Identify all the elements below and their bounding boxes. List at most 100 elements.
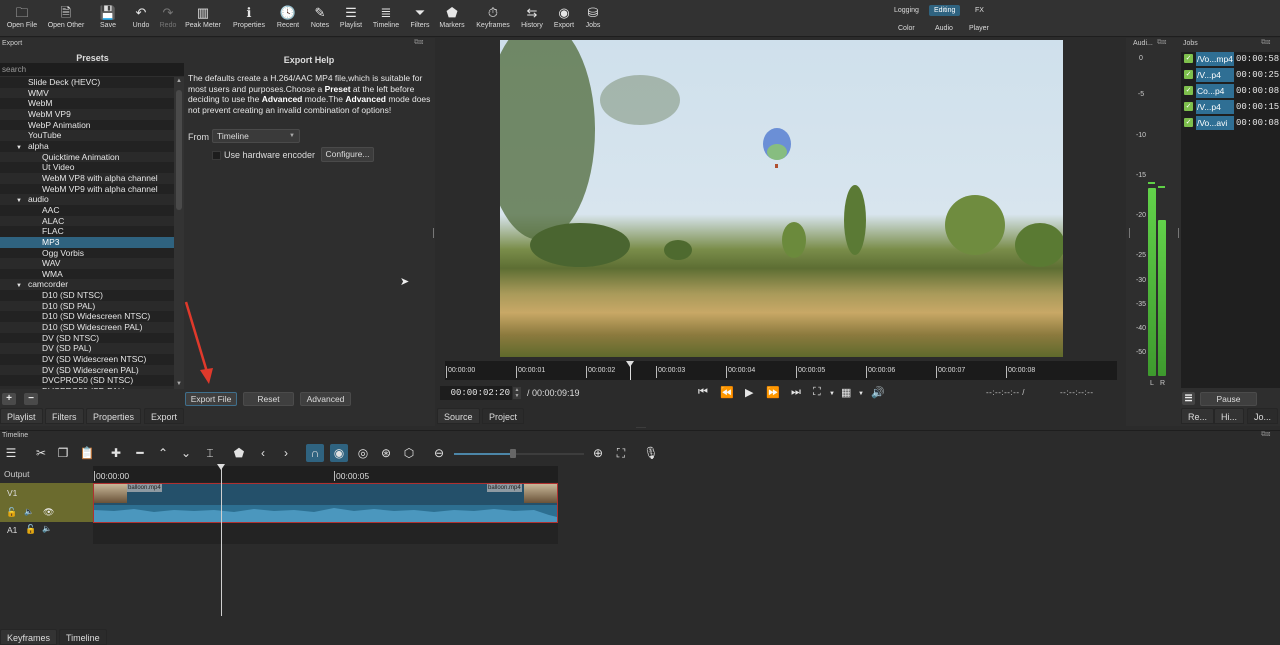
from-select[interactable]: Timeline ▼ <box>212 129 300 143</box>
workspace-player[interactable]: Player <box>964 23 994 34</box>
skip-to-end-icon[interactable]: ⏭ <box>791 386 801 399</box>
preset-item[interactable]: Quicktime Animation <box>0 151 174 163</box>
ripple-all-tracks-icon[interactable]: ⊛ <box>377 446 395 460</box>
zoom-fit-icon[interactable]: ⛶ <box>813 386 821 399</box>
expand-triangle-icon[interactable]: ▼ <box>16 145 22 151</box>
eye-icon[interactable]: 👁 <box>43 507 54 518</box>
jobs-menu-icon[interactable]: ☰ <box>1182 392 1195 405</box>
preset-item[interactable]: WAV <box>0 258 174 269</box>
timeline-playhead[interactable] <box>221 466 222 616</box>
lock-icon[interactable]: 🔓 <box>6 507 17 518</box>
timeline-ruler[interactable] <box>93 466 558 482</box>
lock-icon[interactable]: 🔓 <box>25 524 36 535</box>
hardware-encoder-checkbox[interactable] <box>212 151 221 160</box>
job-row[interactable]: ✓/V...p4 00:00:25 <box>1182 68 1280 82</box>
tab-export[interactable]: Export <box>144 408 185 424</box>
preset-item[interactable]: D10 (SD Widescreen NTSC) <box>0 311 174 323</box>
splitter-handle[interactable] <box>1178 228 1179 238</box>
ripple-icon[interactable]: ◎ <box>354 446 372 460</box>
preset-item[interactable]: DV (SD Widescreen NTSC) <box>0 354 174 365</box>
preset-item[interactable]: WMV <box>0 87 174 99</box>
preset-item[interactable]: FLAC <box>0 226 174 237</box>
tab-jobs[interactable]: Jo... <box>1247 408 1279 424</box>
tab-history[interactable]: Hi... <box>1214 408 1245 424</box>
next-marker-icon[interactable]: › <box>277 446 295 460</box>
configure-button[interactable]: Configure... <box>321 147 374 162</box>
overwrite-icon[interactable]: ⌄ <box>177 446 195 460</box>
previous-marker-icon[interactable]: ‹ <box>254 446 272 460</box>
pause-button[interactable]: Pause <box>1200 392 1257 406</box>
preset-item[interactable]: AAC <box>0 204 174 216</box>
fast-forward-icon[interactable]: ⏩ <box>766 386 780 399</box>
video-preview[interactable] <box>500 40 1063 357</box>
tab-recent[interactable]: Re... <box>1181 408 1215 424</box>
scrub-while-dragging-icon[interactable]: ◉ <box>330 444 348 462</box>
presets-scrollbar-thumb[interactable] <box>176 90 182 210</box>
zoom-dropdown-icon[interactable]: ▼ <box>829 391 835 397</box>
presets-search-input[interactable] <box>0 63 184 76</box>
preset-item[interactable]: WebM <box>0 98 174 109</box>
ripple-markers-icon[interactable]: ⬡ <box>400 446 418 460</box>
preset-item[interactable]: Ut Video <box>0 162 174 173</box>
preset-item[interactable]: WebP Animation <box>0 119 174 131</box>
export-dock-buttons[interactable]: ⧉⊠ <box>414 39 423 47</box>
preset-item[interactable]: DV (SD PAL) <box>0 343 174 355</box>
copy-icon[interactable]: ❐ <box>54 446 72 460</box>
tab-keyframes[interactable]: Keyframes <box>0 629 58 645</box>
job-row[interactable]: ✓ Co...p4 00:00:08 <box>1182 84 1280 98</box>
expand-triangle-icon[interactable]: ▼ <box>16 198 22 204</box>
add-preset-button[interactable]: + <box>2 393 16 405</box>
preset-item[interactable]: Ogg Vorbis <box>0 247 174 259</box>
mute-icon[interactable]: 🔈 <box>42 524 52 533</box>
marker-icon[interactable]: ⬟ <box>230 446 248 460</box>
viewer-playhead-handle[interactable] <box>626 361 634 367</box>
paste-icon[interactable]: 📋 <box>78 446 96 460</box>
toolbar-open-file-button[interactable]: 🗀 Open File <box>2 4 42 29</box>
reset-button[interactable]: Reset <box>243 392 294 406</box>
cut-icon[interactable]: ✂ <box>32 446 50 460</box>
preset-item[interactable]: Slide Deck (HEVC) <box>0 77 174 88</box>
preset-item[interactable]: DVCPRO50 (SD PAL) <box>0 386 174 389</box>
splitter-handle[interactable] <box>433 228 434 238</box>
play-icon[interactable]: ▶ <box>745 386 753 399</box>
preset-item[interactable]: DV (SD Widescreen PAL) <box>0 364 174 376</box>
panel-resize-grip[interactable]: ····· <box>636 425 646 431</box>
expand-triangle-icon[interactable]: ▼ <box>16 283 22 289</box>
preset-item[interactable]: ALAC <box>0 215 174 227</box>
workspace-logging[interactable]: Logging <box>889 5 924 16</box>
tab-project[interactable]: Project <box>482 408 525 424</box>
zoom-in-icon[interactable]: ⊕ <box>589 446 607 460</box>
job-row[interactable]: ✓/Vo...avi 00:00:08 <box>1182 116 1280 130</box>
workspace-fx[interactable]: FX <box>970 5 989 16</box>
remove-icon[interactable]: ━ <box>131 446 149 460</box>
tab-properties[interactable]: Properties <box>86 408 142 424</box>
preset-item[interactable]: D10 (SD PAL) <box>0 300 174 312</box>
zoom-slider-handle[interactable] <box>509 449 516 458</box>
preset-item[interactable]: WebM VP9 with alpha channel <box>0 183 174 195</box>
viewer-ruler[interactable]: 00:00:00 00:00:01 00:00:02 00:00:03 00:00:04… <box>445 361 1117 380</box>
timeline-playhead-handle[interactable] <box>217 464 225 470</box>
zoom-fit-timeline-icon[interactable]: ⛶ <box>612 446 630 460</box>
split-icon[interactable]: ⌶ <box>201 446 219 460</box>
toolbar-properties-button[interactable]: ℹ Properties <box>229 4 269 29</box>
preset-item[interactable]: WebM VP8 with alpha channel <box>0 172 174 184</box>
rewind-icon[interactable]: ⏪ <box>720 386 734 399</box>
preset-item[interactable]: D10 (SD NTSC) <box>0 290 174 301</box>
preset-category[interactable]: ▼ audio <box>0 194 174 205</box>
timecode-spinner[interactable]: ▲ ▼ <box>513 387 521 399</box>
preset-item[interactable]: DV (SD NTSC) <box>0 332 174 344</box>
preset-item[interactable]: WMA <box>0 268 174 280</box>
timeline-dock-buttons[interactable]: ⧉⊠ <box>1261 431 1270 439</box>
toolbar-markers-button[interactable]: ⬟ Markers <box>432 4 472 29</box>
tab-timeline[interactable]: Timeline <box>59 629 107 645</box>
mute-icon[interactable]: 🔈 <box>24 507 34 516</box>
append-icon[interactable]: ✚ <box>107 446 125 460</box>
tab-source[interactable]: Source <box>437 408 480 424</box>
job-row[interactable]: ✓/V...p4 00:00:15 <box>1182 100 1280 114</box>
preset-item[interactable]: MP3 <box>0 236 174 248</box>
preset-category[interactable]: ▼ camcorder <box>0 279 174 291</box>
snap-magnet-icon[interactable]: ∩ <box>306 444 324 462</box>
grid-dropdown-icon[interactable]: ▼ <box>858 391 864 397</box>
skip-to-start-icon[interactable]: ⏮ <box>698 386 708 399</box>
workspace-color[interactable]: Color <box>893 23 920 34</box>
